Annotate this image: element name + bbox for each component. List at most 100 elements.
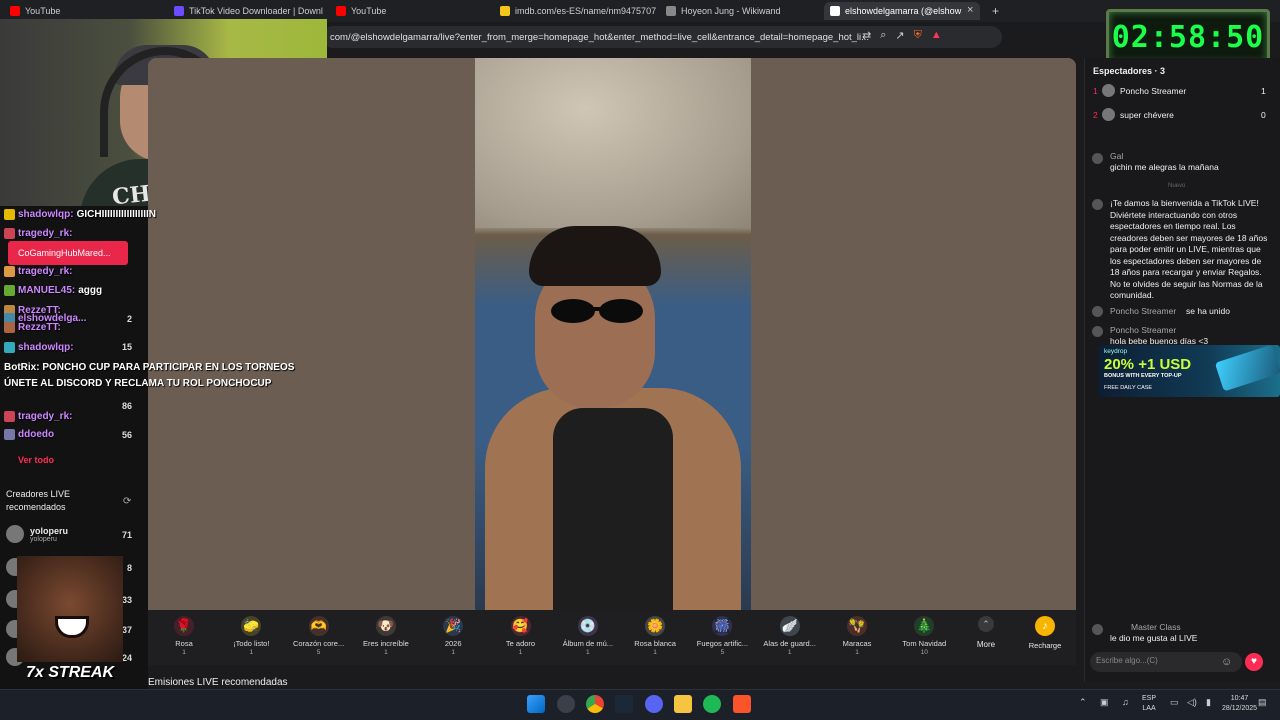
gift-icon: 🐶 [375, 616, 396, 636]
gift-price: 1 [518, 649, 523, 656]
recommended-creator[interactable]: yoloperu yoloperu [6, 525, 68, 543]
battery-icon[interactable]: ▮ [1206, 697, 1211, 708]
chevron-up-icon: ⌃ [978, 616, 994, 632]
gift-item[interactable]: 🐶 Eres increíble 1 [355, 616, 417, 656]
notification-icon[interactable]: ▤ [1258, 697, 1267, 708]
brave-rewards-icon[interactable]: ▲ [931, 29, 942, 42]
host-hair [529, 226, 661, 286]
chat-message: shadowlqp: GICHIIIIIIIIIIIIIIIIIN [4, 209, 156, 220]
language-indicator[interactable]: ESP LAA [1142, 694, 1156, 714]
gift-item[interactable]: 🎆 Fuegos artific... 5 [691, 616, 753, 656]
clock[interactable]: 10:47 28/12/2025 [1222, 694, 1257, 714]
browser-tab[interactable]: YouTube [4, 2, 164, 20]
live-video[interactable] [475, 58, 751, 610]
gift-price: 1 [451, 649, 455, 656]
see-all-link[interactable]: Ver todo [18, 455, 54, 465]
tab-favicon-icon [336, 6, 346, 16]
new-tab-button[interactable]: + [992, 4, 999, 18]
spotify-icon[interactable] [703, 695, 721, 713]
microphone-icon[interactable]: ♫ [1122, 697, 1129, 707]
browser-tab[interactable]: YouTube [330, 2, 490, 20]
gift-name: ¡Todo listo! [233, 639, 270, 648]
comment-username[interactable]: Master Class [1131, 622, 1181, 634]
close-tab-icon[interactable]: × [967, 4, 973, 16]
windows-start-icon[interactable] [527, 695, 545, 713]
like-heart-icon[interactable]: ♥ [1245, 653, 1263, 671]
creator-viewer-count: 8 [126, 563, 132, 573]
chat-badge-icon [4, 209, 15, 220]
volume-icon[interactable]: ◁) [1187, 697, 1197, 708]
gift-price: 5 [720, 649, 725, 656]
gift-name: Maracas [842, 639, 872, 648]
gift-name: Tom Navidad [902, 639, 947, 648]
refresh-icon[interactable]: ⟳ [123, 496, 131, 507]
chat-username: RezzeTT: [18, 322, 61, 333]
chat-username: shadowlqp: [18, 342, 74, 353]
browser-tab[interactable]: imdb.com/es-ES/name/nm9475707/ [494, 2, 656, 20]
gift-item[interactable]: 🧽 ¡Todo listo! 1 [220, 616, 282, 656]
creator-viewer-count: 71 [121, 530, 132, 540]
comment-username[interactable]: Poncho Streamer [1110, 325, 1176, 337]
comment-text: gichin me alegras la mañana [1110, 162, 1219, 172]
viewer-score: 1 [1261, 86, 1266, 96]
comment-text: se ha unido [1186, 306, 1230, 316]
translate-icon[interactable]: ⇄ [862, 29, 871, 42]
file-explorer-icon[interactable] [674, 695, 692, 713]
comment-username[interactable]: Gal [1110, 151, 1123, 163]
stream-timer: 02:58:50 [1106, 9, 1270, 65]
gift-name: Álbum de mú... [562, 639, 614, 648]
gift-name: Fuegos artific... [696, 639, 749, 648]
settings-icon[interactable] [557, 695, 575, 713]
gift-icon: 🎆 [712, 616, 733, 636]
viewer-count: 15 [121, 342, 132, 352]
steam-icon[interactable] [615, 695, 633, 713]
brave-icon[interactable] [733, 695, 751, 713]
gift-item[interactable]: 💿 Álbum de mú... 1 [557, 616, 619, 656]
gift-item[interactable]: 🪇 Maracas 1 [826, 616, 888, 656]
gift-item[interactable]: 🥰 Te adoro 1 [490, 616, 552, 656]
discord-icon[interactable] [645, 695, 663, 713]
chat-username: MANUEL45: [18, 285, 76, 296]
address-bar-actions: ⇄ ⌕ ↗ ⛨ ▲ [862, 29, 942, 42]
gift-icon: 🌹 [174, 616, 194, 636]
tray-chevron-icon[interactable]: ⌃ [1079, 697, 1087, 708]
gift-item[interactable]: 🪽 Alas de guard... 1 [759, 616, 821, 656]
creator-viewer-count: 24 [121, 653, 132, 663]
chrome-icon[interactable] [586, 695, 604, 713]
keydrop-ad[interactable]: keydrop 20% +1 USD BONUS WITH EVERY TOP-… [1098, 345, 1280, 397]
tab-favicon-icon [174, 6, 184, 16]
chat-badge-icon [4, 429, 15, 440]
avatar [1092, 306, 1103, 317]
gift-item[interactable]: 🌼 Rosa blanca 1 [624, 616, 686, 656]
creator-viewer-count: 37 [121, 625, 132, 635]
gift-icon: 🧽 [241, 616, 262, 636]
recharge-label: Recharge [1028, 641, 1062, 650]
share-icon[interactable]: ↗ [895, 29, 904, 42]
tab-title: elshowdelgamarra (@elshow [845, 6, 962, 16]
recharge-button[interactable]: ♪ Recharge [1022, 616, 1068, 650]
viewer-name[interactable]: Poncho Streamer [1120, 86, 1186, 98]
chat-input[interactable]: Escribe algo...(C) [1090, 652, 1242, 672]
chat-message: tragedy_rk: [4, 266, 75, 277]
emoji-icon[interactable]: ☺ [1221, 656, 1232, 668]
viewer-name[interactable]: super chévere [1120, 110, 1174, 122]
gift-item[interactable]: 🎉 2026 1 [422, 616, 484, 656]
tab-title: YouTube [25, 6, 61, 16]
gift-item[interactable]: 🎄 Tom Navidad 10 [893, 616, 955, 656]
gift-icon: 🎉 [443, 616, 464, 636]
more-gifts-button[interactable]: ⌃ More [970, 616, 1002, 649]
zoom-icon[interactable]: ⌕ [880, 29, 886, 42]
gift-item[interactable]: 🌹 Rosa 1 [153, 616, 215, 656]
browser-tab[interactable]: TikTok Video Downloader | Download [168, 2, 323, 20]
network-icon[interactable]: ▭ [1170, 697, 1179, 708]
browser-tab[interactable]: elshowdelgamarra (@elshow [824, 2, 980, 20]
gift-name: 2026 [444, 639, 462, 648]
browser-tab[interactable]: Hoyeon Jung - Wikiwand [660, 2, 820, 20]
comment-username[interactable]: Poncho Streamer [1110, 306, 1176, 318]
tray-app-icon[interactable]: ▣ [1100, 697, 1109, 708]
url-text: com/@elshowdelgamarra/live?enter_from_me… [330, 31, 870, 43]
ad-brand: keydrop [1104, 348, 1128, 355]
brave-shield-icon[interactable]: ⛨ [914, 29, 922, 42]
gift-item[interactable]: 🫶 Corazón core... 5 [288, 616, 350, 656]
chat-badge-icon [4, 228, 15, 239]
